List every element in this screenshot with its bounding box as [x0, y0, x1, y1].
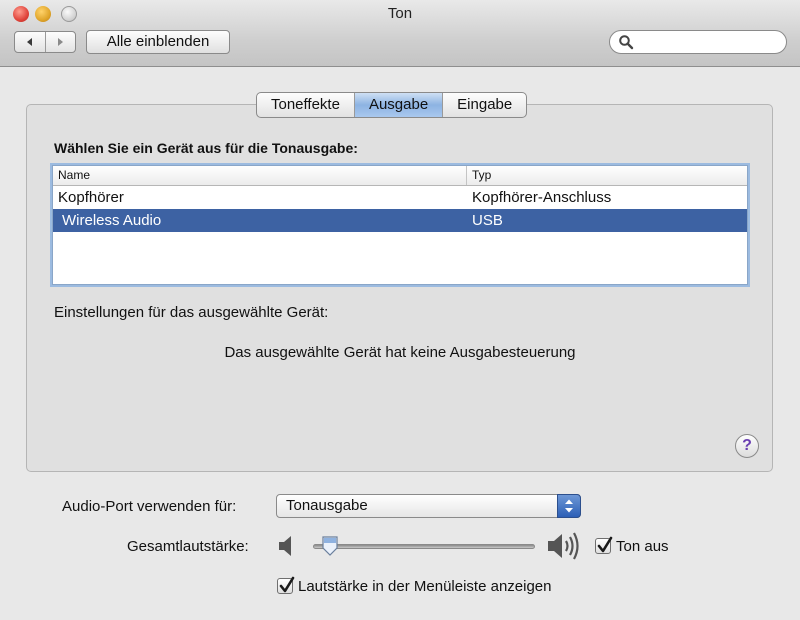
search-field[interactable] — [609, 30, 787, 54]
device-type: USB — [472, 212, 503, 229]
no-output-control-text: Das ausgewählte Gerät hat keine Ausgabes… — [224, 344, 576, 361]
column-header-type[interactable]: Typ — [467, 166, 747, 185]
speaker-low-icon — [279, 536, 291, 556]
sound-preferences-window: Ton Alle einblenden Toneffekte Ausgabe E… — [0, 0, 800, 620]
device-name: Kopfhörer — [58, 189, 124, 206]
select-arrows-icon — [557, 494, 581, 518]
back-button[interactable] — [15, 32, 46, 52]
audio-port-label: Audio-Port verwenden für: — [62, 498, 237, 515]
volume-label: Gesamtlautstärke: — [127, 538, 249, 555]
device-settings-label: Einstellungen für das ausgewählte Gerät: — [54, 304, 329, 321]
device-table: Name Typ Kopfhörer Kopfhörer-Anschluss W… — [52, 165, 748, 285]
help-button[interactable]: ? — [735, 434, 759, 458]
tab-ausgabe[interactable]: Ausgabe — [354, 93, 444, 117]
title-toolbar: Ton Alle einblenden — [0, 0, 800, 67]
forward-button[interactable] — [46, 32, 76, 52]
forward-arrow-icon — [58, 38, 64, 46]
checkmark-icon — [597, 536, 613, 553]
tab-bar: Toneffekte Ausgabe Eingabe — [256, 92, 528, 118]
device-name: Wireless Audio — [62, 212, 162, 229]
volume-slider-track[interactable] — [313, 544, 535, 549]
table-header: Name Typ — [53, 166, 747, 186]
audio-port-value: Tonausgabe — [286, 497, 368, 514]
show-all-button[interactable]: Alle einblenden — [86, 30, 230, 54]
show-volume-in-menubar-label: Lautstärke in der Menüleiste anzeigen — [298, 578, 552, 595]
audio-port-select[interactable]: Tonausgabe — [276, 494, 581, 518]
device-list-heading: Wählen Sie ein Gerät aus für die Tonausg… — [54, 140, 358, 156]
table-row[interactable]: Kopfhörer Kopfhörer-Anschluss — [53, 186, 747, 209]
mute-label: Ton aus — [616, 538, 669, 555]
column-header-name[interactable]: Name — [53, 166, 467, 185]
window-title: Ton — [387, 5, 413, 22]
back-forward-control — [14, 31, 76, 53]
mute-checkbox[interactable] — [595, 536, 613, 554]
show-volume-in-menubar-checkbox[interactable] — [277, 576, 295, 594]
checkmark-icon — [279, 576, 295, 593]
search-icon — [619, 35, 634, 50]
tab-eingabe[interactable]: Eingabe — [443, 93, 526, 117]
device-type: Kopfhörer-Anschluss — [472, 189, 612, 206]
output-panel — [26, 104, 773, 472]
table-row-selected[interactable]: Wireless Audio USB — [53, 209, 747, 232]
back-arrow-icon — [26, 38, 32, 46]
speaker-high-icon — [548, 532, 579, 560]
tab-toneffekte[interactable]: Toneffekte — [257, 93, 355, 117]
volume-slider-knob[interactable] — [321, 535, 339, 557]
